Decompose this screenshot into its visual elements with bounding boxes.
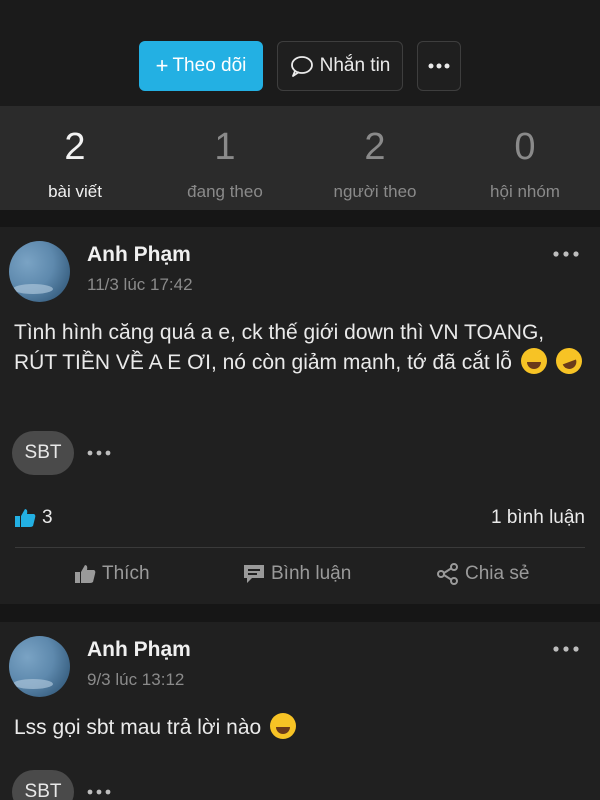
comment-count[interactable]: 1 bình luận [491,507,585,529]
laughing-crying-emoji-icon [520,348,547,374]
post-time: 9/3 lúc 13:12 [87,670,185,689]
rolling-laughing-emoji-icon [551,344,586,378]
thumbs-up-icon [75,565,96,583]
like-label: Thích [102,563,150,584]
stat-label: đang theo [187,182,263,201]
stat-following[interactable]: 1 đang theo [150,106,300,210]
chat-bubble-icon [290,56,313,77]
laughing-crying-emoji-icon [270,713,297,739]
more-horizontal-icon[interactable] [552,248,580,260]
more-horizontal-icon [428,63,450,69]
more-horizontal-icon[interactable] [86,787,112,797]
follow-label: Theo dõi [172,55,247,76]
profile-stats: 2 bài viết 1 đang theo 2 người theo 0 hộ… [0,106,600,210]
post-card: Anh Phạm 11/3 lúc 17:42 Tình hình căng q… [0,227,600,604]
stat-value: 2 [364,126,386,168]
comment-icon [244,565,264,583]
avatar[interactable] [9,241,70,302]
stat-label: hội nhóm [490,182,560,201]
stat-label: bài viết [48,182,102,201]
divider [15,547,585,548]
stock-tag[interactable]: SBT [12,431,74,475]
stat-label: người theo [333,182,417,201]
avatar[interactable] [9,636,70,697]
stat-value: 2 [64,126,86,168]
more-options-button[interactable] [417,41,461,91]
follow-button[interactable]: + Theo dõi [139,41,263,91]
more-horizontal-icon[interactable] [86,448,112,458]
like-number: 3 [42,507,53,528]
message-button[interactable]: Nhắn tin [277,41,403,91]
stat-value: 1 [214,126,236,168]
post-card: Anh Phạm 9/3 lúc 13:12 Lss gọi sbt mau t… [0,622,600,800]
stat-value: 0 [514,126,536,168]
thumbs-up-icon [15,509,36,527]
share-label: Chia sẻ [465,563,530,584]
stat-posts[interactable]: 2 bài viết [0,106,150,210]
post-author[interactable]: Anh Phạm [87,638,191,662]
post-text: Tình hình căng quá a e, ck thế giới down… [14,321,545,374]
post-text: Lss gọi sbt mau trả lời nào [14,716,262,739]
stock-tag[interactable]: SBT [12,770,74,800]
stat-groups[interactable]: 0 hội nhóm [450,106,600,210]
post-content: Tình hình căng quá a e, ck thế giới down… [14,318,589,378]
more-horizontal-icon[interactable] [552,643,580,655]
post-content: Lss gọi sbt mau trả lời nào [14,713,589,743]
stat-followers[interactable]: 2 người theo [300,106,450,210]
profile-actions: + Theo dõi Nhắn tin [0,0,600,106]
share-button[interactable]: Chia sẻ [437,563,529,585]
post-author[interactable]: Anh Phạm [87,243,191,267]
message-label: Nhắn tin [319,55,391,76]
comment-label: Bình luận [271,563,352,584]
comment-button[interactable]: Bình luận [243,563,351,585]
share-icon [437,563,458,585]
post-time: 11/3 lúc 17:42 [87,275,193,294]
like-count[interactable]: 3 [14,507,53,529]
plus-icon: + [155,53,169,78]
like-button[interactable]: Thích [74,563,150,585]
